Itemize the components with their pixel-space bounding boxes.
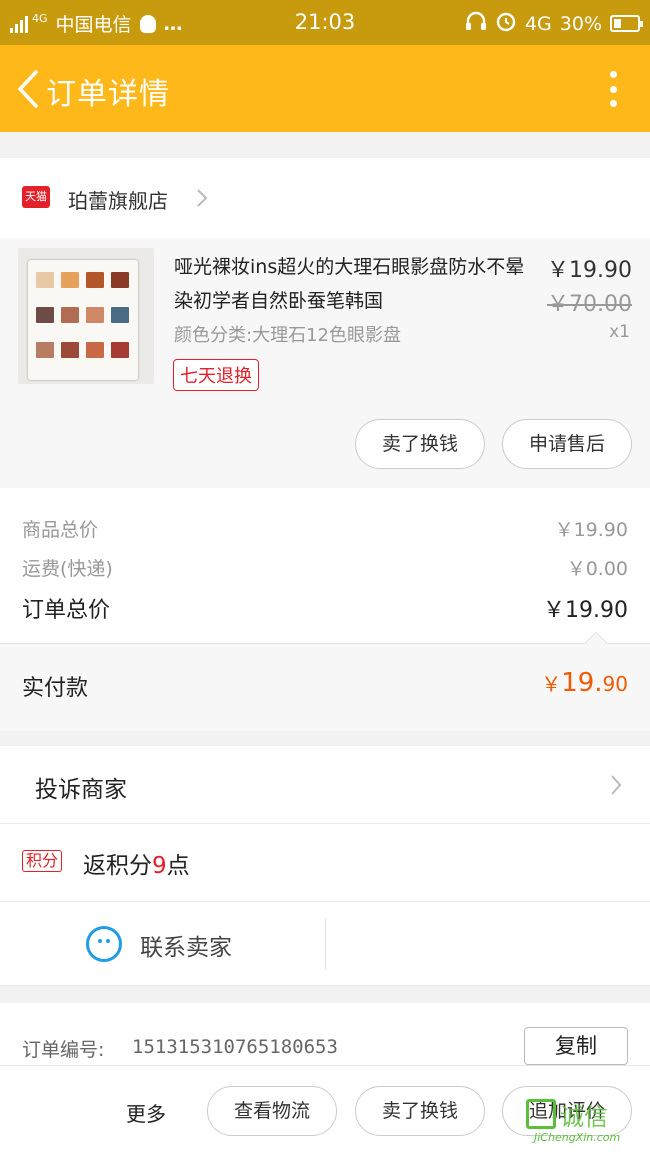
contact-seller-button[interactable]: 联系卖家 [140, 928, 232, 962]
product-quantity: x1 [609, 322, 630, 342]
product-card[interactable]: 哑光裸妆ins超火的大理石眼影盘防水不晕染初学者自然卧蚕笔韩国 颜色分类:大理石… [0, 238, 650, 488]
battery-percent: 30% [559, 12, 602, 35]
action-list: 投诉商家 积分 返积分9点 联系卖家 [0, 746, 650, 986]
eyeshadow-pan [36, 342, 54, 358]
eyeshadow-pan [61, 272, 79, 288]
back-button[interactable] [14, 69, 40, 109]
points-text: 返积分9点 [83, 846, 190, 880]
goods-total-value: ￥19.90 [554, 519, 628, 541]
points-value: 9 [152, 853, 167, 879]
order-total-label: 订单总价 [22, 598, 111, 623]
store-name[interactable]: 珀蕾旗舰店 [68, 185, 168, 214]
page-title: 订单详情 [46, 77, 170, 112]
chat-face-icon[interactable] [86, 926, 122, 962]
points-badge: 积分 [22, 850, 63, 872]
dot-icon [609, 71, 617, 78]
points-suffix: 点 [166, 853, 190, 879]
watermark-domain: JiChengXin.com [534, 1131, 621, 1144]
more-menu-button[interactable] [608, 71, 618, 107]
bottom-action-bar: 更多 查看物流 卖了换钱 追加评价 诚信 JiChengXin.com [0, 1065, 650, 1155]
watermark-icon [526, 1099, 556, 1129]
currency-symbol: ￥ [541, 672, 562, 696]
order-number-label: 订单编号: [22, 1039, 105, 1061]
sell-for-cash-button-bottom[interactable]: 卖了换钱 [355, 1086, 485, 1136]
product-price: ￥19.90 [547, 258, 632, 283]
battery-icon [610, 15, 643, 32]
chevron-right-icon [197, 189, 208, 207]
amount-decimal: 90 [602, 672, 628, 696]
chevron-right-icon [611, 775, 622, 795]
dot-icon [609, 100, 617, 107]
store-row[interactable]: 天猫 珀蕾旗舰店 [0, 158, 650, 238]
eyeshadow-palette-image [28, 260, 138, 380]
goods-total-label: 商品总价 [22, 519, 99, 541]
eyeshadow-pan [36, 307, 54, 323]
amount-integer: 19. [561, 668, 603, 698]
eyeshadow-pan [86, 272, 104, 288]
headphones-icon [465, 11, 487, 36]
eyeshadow-pan [111, 342, 129, 358]
complain-seller-label: 投诉商家 [35, 777, 127, 803]
after-sale-button[interactable]: 申请售后 [502, 419, 632, 469]
shipping-label: 运费(快递) [22, 558, 113, 580]
complain-seller-row[interactable]: 投诉商家 [0, 746, 650, 824]
actual-payment-label: 实付款 [22, 676, 89, 701]
chevron-left-icon [17, 70, 38, 108]
nav-bar: 订单详情 [0, 45, 650, 132]
more-actions-button[interactable]: 更多 [126, 1098, 166, 1127]
status-right: 4G 30% [465, 10, 643, 37]
goods-total-row: 商品总价 ￥19.90 [22, 515, 628, 542]
tmall-badge: 天猫 [22, 186, 50, 208]
shipping-row: 运费(快递) ￥0.00 [22, 554, 628, 581]
order-number-value: 151315310765180653 [132, 1036, 338, 1058]
points-row: 积分 返积分9点 [0, 824, 650, 902]
product-spec: 颜色分类:大理石12色眼影盘 [174, 325, 401, 346]
shipping-value: ￥0.00 [566, 558, 628, 580]
product-thumbnail[interactable] [18, 248, 154, 384]
actual-payment-amount: ￥19.90 [541, 668, 628, 698]
order-total-value: ￥19.90 [543, 598, 628, 623]
contact-seller-row: 联系卖家 [0, 902, 650, 986]
status-bar: 4G 中国电信 … 21:03 4G 30% [0, 0, 650, 45]
view-logistics-button[interactable]: 查看物流 [207, 1086, 337, 1136]
eyeshadow-pan [86, 342, 104, 358]
dot-icon [609, 85, 617, 93]
product-title[interactable]: 哑光裸妆ins超火的大理石眼影盘防水不晕染初学者自然卧蚕笔韩国 [174, 250, 529, 318]
sell-for-cash-button[interactable]: 卖了换钱 [355, 419, 485, 469]
watermark-logo: 诚信 JiChengXin.com [526, 1097, 638, 1147]
eyeshadow-pan [111, 307, 129, 323]
order-total-row: 订单总价 ￥19.90 [22, 592, 628, 624]
divider [325, 918, 326, 970]
order-number-row: 订单编号: 151315310765180653 复制 [0, 1003, 650, 1065]
points-prefix: 返积分 [83, 853, 152, 879]
product-original-price: ￥70.00 [547, 292, 632, 317]
network-type: 4G [524, 12, 552, 35]
copy-button[interactable]: 复制 [524, 1027, 628, 1065]
eyeshadow-pan [86, 307, 104, 323]
eyeshadow-pan [61, 342, 79, 358]
alarm-icon [495, 10, 517, 37]
price-summary: 商品总价 ￥19.90 运费(快递) ￥0.00 订单总价 ￥19.90 [0, 488, 650, 643]
eyeshadow-pan [36, 272, 54, 288]
return-policy-tag: 七天退换 [173, 359, 259, 391]
watermark-text: 诚信 [560, 1103, 608, 1131]
eyeshadow-pan [111, 272, 129, 288]
eyeshadow-pan [61, 307, 79, 323]
actual-payment-row: 实付款 ￥19.90 [0, 631, 650, 731]
